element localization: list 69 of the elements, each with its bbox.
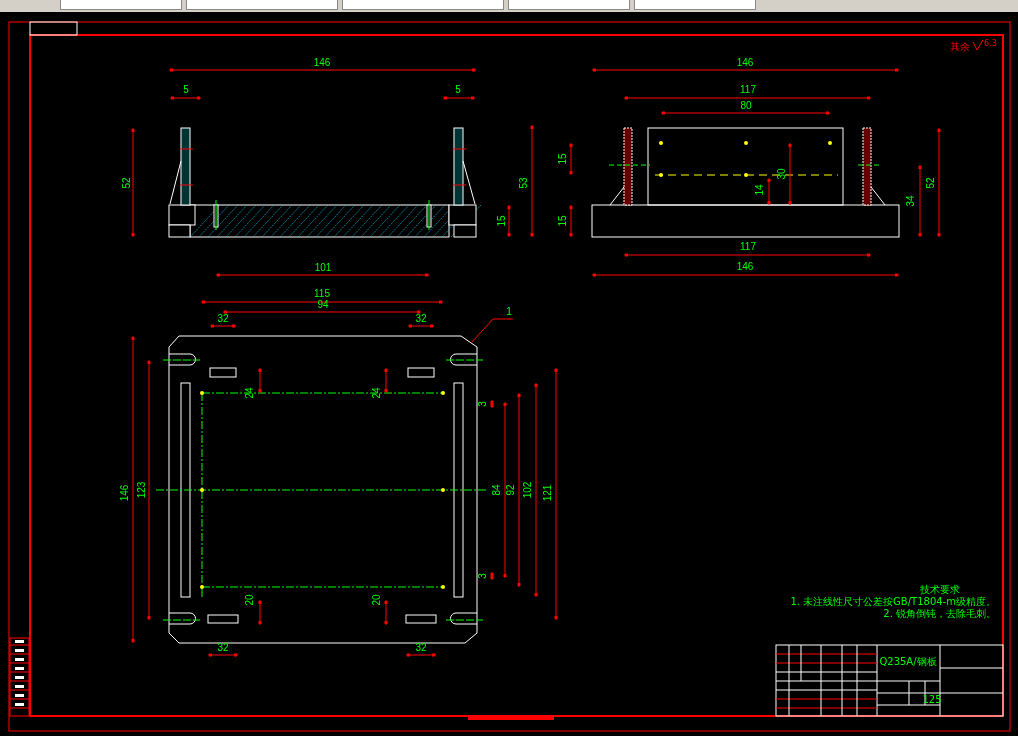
dimension-label: 1 <box>506 306 512 317</box>
dimension-label: 92 <box>505 484 516 496</box>
dimension-label: 102 <box>522 481 533 499</box>
dimension-label: 146 <box>736 57 754 68</box>
dimension-label: 117 <box>740 84 756 95</box>
dimension-label: 53 <box>518 177 529 189</box>
dimension-line <box>507 204 511 238</box>
dimension-label: 5 <box>183 84 189 95</box>
dimension-label: 115 <box>314 288 330 299</box>
dimension-line <box>384 599 388 626</box>
dimension-line <box>788 142 792 206</box>
note-text: 1. 未注线性尺寸公差按GB/T1804-m级精度。 <box>790 596 996 607</box>
dimension-label: 15 <box>557 215 568 227</box>
dimension-label: 20 <box>371 594 382 606</box>
dimension-label: 146 <box>736 261 754 272</box>
dimension-label: 15 <box>496 215 507 227</box>
dimension-line <box>169 96 202 100</box>
dimension-line <box>569 204 573 238</box>
dimension-line <box>405 653 437 657</box>
dimension-label: 94 <box>317 299 329 310</box>
dimension-label: 34 <box>905 195 916 207</box>
roughness-icon <box>972 39 984 51</box>
drawing-tab[interactable] <box>60 0 182 10</box>
dimension-label: 80 <box>740 100 752 111</box>
notes-heading: 技术要求 <box>920 584 960 595</box>
dimension-label: 117 <box>740 241 756 252</box>
dimension-label: 121 <box>542 484 553 502</box>
leader-line <box>470 318 514 344</box>
dimension-label: 32 <box>217 313 229 324</box>
dimension-label: 32 <box>217 642 229 653</box>
dimension-line <box>258 599 262 626</box>
dimension-line <box>569 142 573 176</box>
dimension-label: 5 <box>455 84 461 95</box>
dimension-label: 15 <box>557 153 568 165</box>
dimension-line <box>407 324 435 328</box>
drawing-tab[interactable] <box>186 0 338 10</box>
dimension-line <box>209 324 237 328</box>
label-box <box>29 21 78 36</box>
dimension-label: 30 <box>776 168 787 180</box>
dimension-label: 101 <box>314 262 332 273</box>
dimension-label: 3 <box>477 573 488 579</box>
dimension-label: 32 <box>415 313 427 324</box>
drawing-tab[interactable] <box>508 0 630 10</box>
dimension-label: 32 <box>415 642 427 653</box>
dimension-label: 52 <box>121 177 132 189</box>
dimension-label: 146 <box>119 484 130 502</box>
dimension-label: 14 <box>754 184 765 196</box>
drawing-tab[interactable] <box>342 0 504 10</box>
dimension-label: 123 <box>136 481 147 499</box>
dimension-line <box>490 399 494 409</box>
dimension-label: 52 <box>925 177 936 189</box>
dimension-line <box>258 367 262 394</box>
drawing-tab[interactable] <box>634 0 756 10</box>
dimension-line <box>767 177 771 206</box>
dimension-line <box>207 653 239 657</box>
dimension-line <box>384 367 388 394</box>
scale-text: 125 <box>922 694 942 705</box>
dimension-label: 24 <box>371 387 382 399</box>
dimension-label: 146 <box>313 57 331 68</box>
roughness-value: 6.3 <box>984 39 997 48</box>
dimension-label: 84 <box>491 484 502 496</box>
dimension-label: 3 <box>477 401 488 407</box>
material-text: Q235A/钢板 <box>879 656 937 667</box>
corner-note: 其余 <box>950 41 970 52</box>
dimension-label: 24 <box>244 387 255 399</box>
dimension-line <box>442 96 476 100</box>
dimension-line <box>490 571 494 581</box>
dimension-label: 20 <box>244 594 255 606</box>
note-text: 2. 锐角倒钝，去除毛刺。 <box>883 608 996 619</box>
